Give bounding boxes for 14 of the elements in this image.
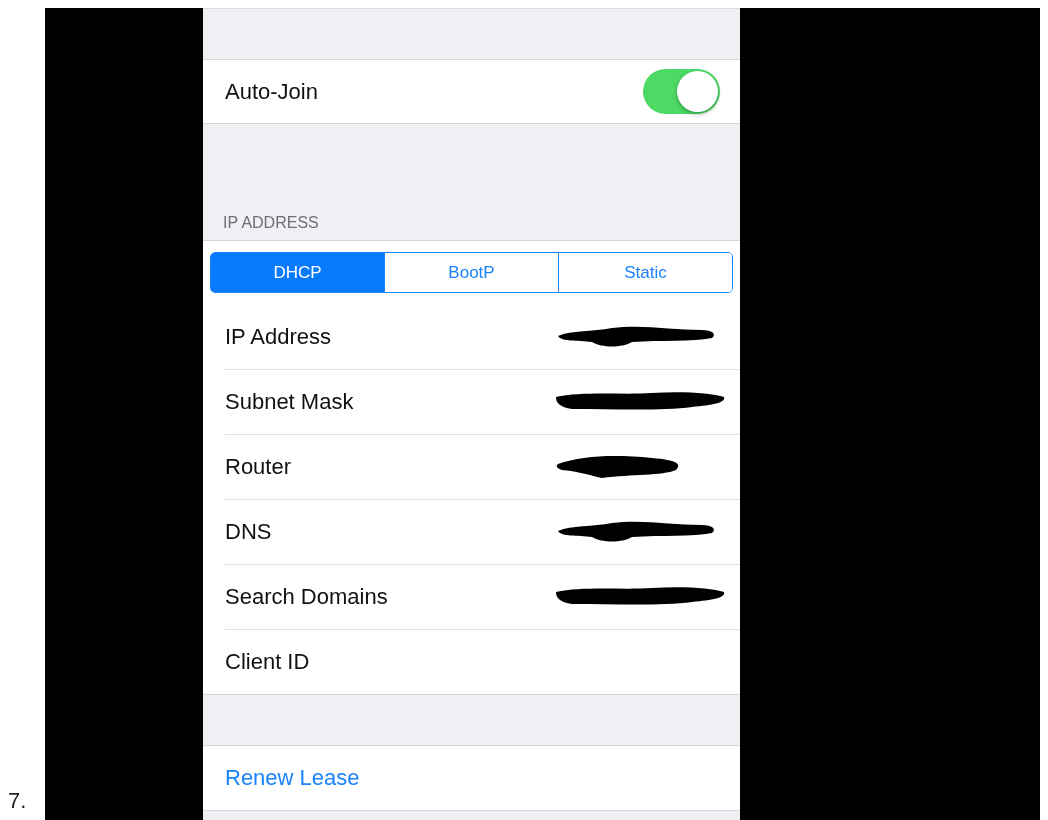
auto-join-toggle[interactable] — [643, 69, 720, 114]
field-label: Router — [225, 454, 292, 480]
section-header: IP ADDRESS — [222, 214, 320, 233]
field-label: Client ID — [225, 649, 310, 675]
field-label: DNS — [225, 519, 272, 545]
list-number: 7. — [7, 788, 28, 815]
field-label: Search Domains — [225, 584, 388, 610]
field-label: Subnet Mask — [225, 389, 354, 415]
auto-join-label: Auto-Join — [225, 78, 318, 105]
segment-tab[interactable]: DHCP — [211, 253, 384, 292]
segmented-control[interactable]: DHCP BootP Static — [210, 252, 733, 293]
field-label: IP Address — [225, 324, 331, 350]
segment-tab[interactable]: Static — [558, 253, 732, 292]
renew-lease-button[interactable]: Renew Lease — [225, 765, 360, 791]
